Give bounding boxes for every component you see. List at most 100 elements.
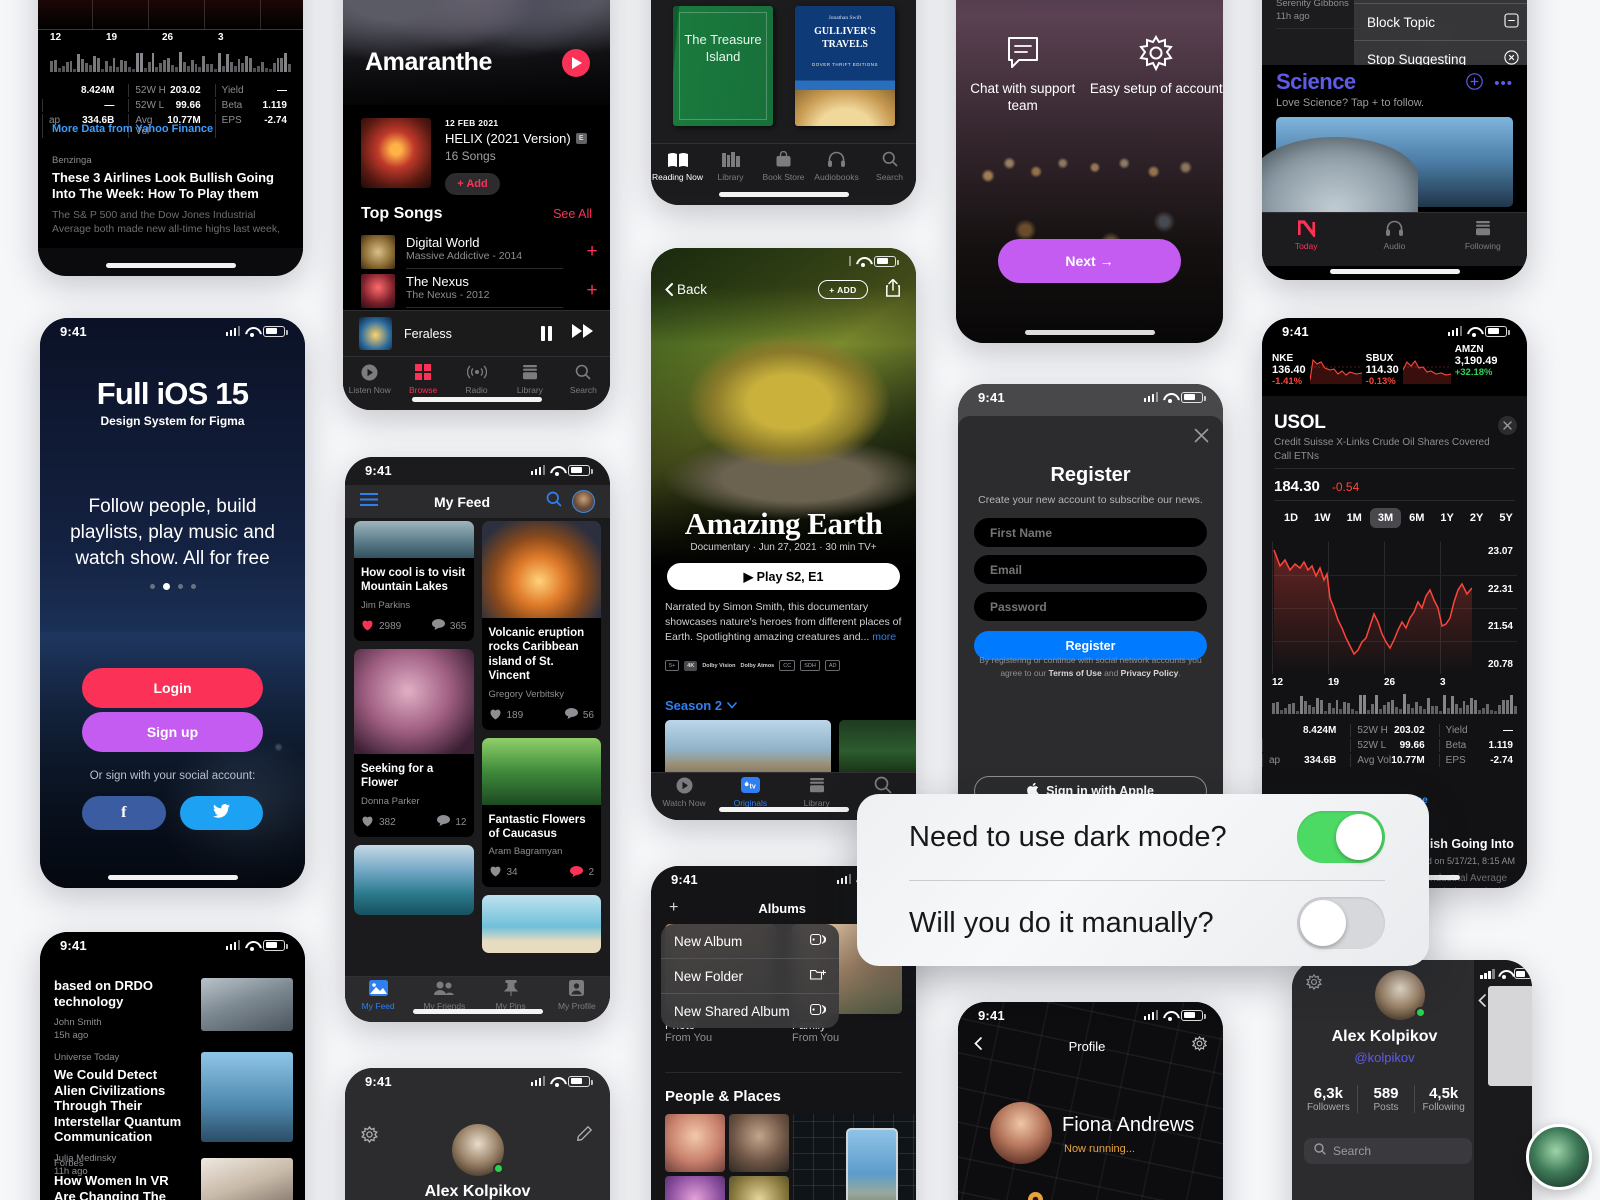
person-thumbnail[interactable] [665, 1114, 725, 1172]
card-image[interactable] [354, 844, 474, 915]
ticker-item[interactable]: NKE 136.40 -1.41% [1272, 344, 1362, 396]
gear-icon[interactable] [1191, 1035, 1208, 1056]
menu-item-new-shared-album[interactable]: New Shared Album [661, 994, 839, 1028]
next-button[interactable]: Next → [998, 239, 1181, 283]
avatar[interactable] [990, 1102, 1052, 1164]
tab-search[interactable]: Search [863, 149, 916, 182]
album-row[interactable]: 12 FEB 2021 HELIX (2021 Version) E 16 So… [361, 118, 587, 195]
add-album-button[interactable]: + Add [445, 173, 500, 195]
tab-audio[interactable]: Audio [1350, 218, 1438, 251]
person-thumbnail[interactable] [729, 1114, 789, 1172]
page-dots[interactable] [40, 583, 305, 590]
ticker-item[interactable]: AMZN 3,190.49 +32.18% [1455, 344, 1517, 396]
avatar[interactable] [451, 1124, 504, 1176]
play-circle-icon[interactable] [562, 49, 590, 77]
comment-icon[interactable] [570, 865, 584, 880]
search-icon[interactable] [546, 491, 562, 512]
comment-icon[interactable] [564, 708, 578, 722]
hamburger-icon[interactable] [360, 492, 378, 511]
list-item[interactable]: How cool is to visit Mountain Lakes Jim … [354, 521, 474, 641]
tab-radio[interactable]: Radio [450, 362, 503, 395]
twitter-login-button[interactable] [179, 796, 263, 830]
signup-button[interactable]: Sign up [82, 712, 263, 752]
tab-originals[interactable]: tv Originals [717, 775, 783, 808]
heart-icon[interactable] [489, 865, 502, 880]
share-icon[interactable] [886, 278, 900, 302]
mini-player[interactable]: Feraless [343, 310, 610, 356]
back-button[interactable]: Back [665, 282, 707, 297]
heart-icon[interactable] [489, 708, 502, 723]
gear-icon[interactable] [1306, 973, 1322, 995]
more-link[interactable]: more [872, 631, 896, 643]
tab-my-profile[interactable]: My Profile [544, 978, 610, 1011]
add-song-button[interactable]: + [574, 280, 610, 302]
play-button[interactable]: ▶ Play S2, E1 [667, 563, 900, 590]
list-item[interactable]: Fantastic Flowers of Caucasus Aram Bagra… [481, 737, 601, 888]
list-item[interactable]: based on DRDO technology John Smith 15h … [54, 978, 293, 1043]
channel-hero-image[interactable] [1262, 117, 1513, 218]
close-icon[interactable] [1498, 416, 1517, 435]
heart-icon[interactable] [361, 815, 374, 830]
tab-reading-now[interactable]: Reading Now [651, 149, 704, 182]
next-track-button[interactable] [572, 324, 594, 343]
email-field[interactable] [974, 555, 1207, 584]
heart-icon[interactable] [361, 619, 374, 634]
avatar[interactable] [1375, 970, 1426, 1020]
tab-library[interactable]: Library [704, 149, 757, 182]
plus-icon[interactable]: + [669, 899, 678, 917]
settings-row[interactable]: Need to use dark mode? [909, 794, 1385, 880]
tab-book-store[interactable]: Book Store [757, 149, 810, 182]
place-thumbnail[interactable] [846, 1128, 898, 1200]
tab-today[interactable]: Today [1262, 218, 1350, 251]
tab-audiobooks[interactable]: Audiobooks [810, 149, 863, 182]
menu-item-new-folder[interactable]: New Folder [661, 959, 839, 994]
settings-row[interactable]: Will you do it manually? [909, 880, 1385, 966]
add-to-library-button[interactable]: + ADD [818, 280, 868, 299]
see-all-link[interactable]: See All [553, 207, 592, 221]
tab-following[interactable]: Following [1439, 218, 1527, 251]
book-cover[interactable]: The Treasure Island [673, 6, 773, 126]
pencil-icon[interactable] [577, 1125, 593, 1146]
dark-mode-toggle[interactable] [1297, 811, 1385, 863]
places-map[interactable] [793, 1114, 916, 1200]
list-item[interactable]: The Nexus The Nexus - 2012 + [361, 271, 610, 310]
tab-browse[interactable]: Browse [396, 362, 449, 395]
tab-my-feed[interactable]: My Feed [345, 978, 411, 1011]
comment-icon[interactable] [431, 619, 445, 633]
more-data-link-1[interactable]: More Data from Yahoo Finance [52, 123, 213, 135]
chevron-left-icon[interactable] [974, 1037, 982, 1055]
card-image[interactable] [481, 895, 601, 954]
chevron-left-icon[interactable] [1478, 994, 1486, 1012]
follow-channel-button[interactable] [1466, 73, 1483, 95]
person-thumbnail[interactable] [665, 1176, 725, 1200]
password-field[interactable] [974, 592, 1207, 621]
tab-watch-now[interactable]: Watch Now [651, 775, 717, 808]
news-headline-1[interactable]: These 3 Airlines Look Bullish Going Into… [52, 170, 291, 203]
facebook-login-button[interactable]: f [82, 796, 166, 830]
add-song-button[interactable]: + [574, 241, 610, 263]
close-icon[interactable] [1194, 428, 1209, 448]
gear-icon[interactable] [361, 1125, 378, 1148]
user-handle[interactable]: @kolpikov [1292, 1050, 1477, 1065]
season-selector[interactable]: Season 2 [665, 698, 737, 713]
list-item[interactable]: Digital World Massive Addictive - 2014 + [361, 232, 610, 271]
floating-avatar[interactable] [1526, 1124, 1592, 1190]
search-input[interactable]: Search [1304, 1138, 1472, 1164]
comment-icon[interactable] [437, 815, 451, 829]
first-name-field[interactable] [974, 518, 1207, 547]
tab-library[interactable]: Library [503, 362, 556, 395]
avatar[interactable] [572, 490, 595, 513]
list-item[interactable]: Forbes How Women In VR Are Changing The … [54, 1158, 293, 1200]
person-thumbnail[interactable] [729, 1176, 789, 1200]
tab-search[interactable]: Search [557, 362, 610, 395]
pause-button[interactable] [541, 326, 552, 341]
tab-library[interactable]: Library [784, 775, 850, 808]
list-item[interactable]: Volcanic eruption rocks Caribbean island… [481, 521, 601, 730]
book-cover[interactable]: Jonathan Swift GULLIVER'S TRAVELS DOVER … [795, 6, 895, 126]
menu-item-new-album[interactable]: New Album [661, 924, 839, 959]
tab-listen-now[interactable]: Listen Now [343, 362, 396, 395]
list-item[interactable]: Seeking for a Flower Donna Parker 382 12 [354, 648, 474, 837]
range-selector[interactable]: 1D 1W 1M 3M 6M 1Y 2Y 5Y [1262, 508, 1527, 528]
login-button[interactable]: Login [82, 668, 263, 708]
more-options-icon[interactable]: ••• [1494, 75, 1513, 92]
